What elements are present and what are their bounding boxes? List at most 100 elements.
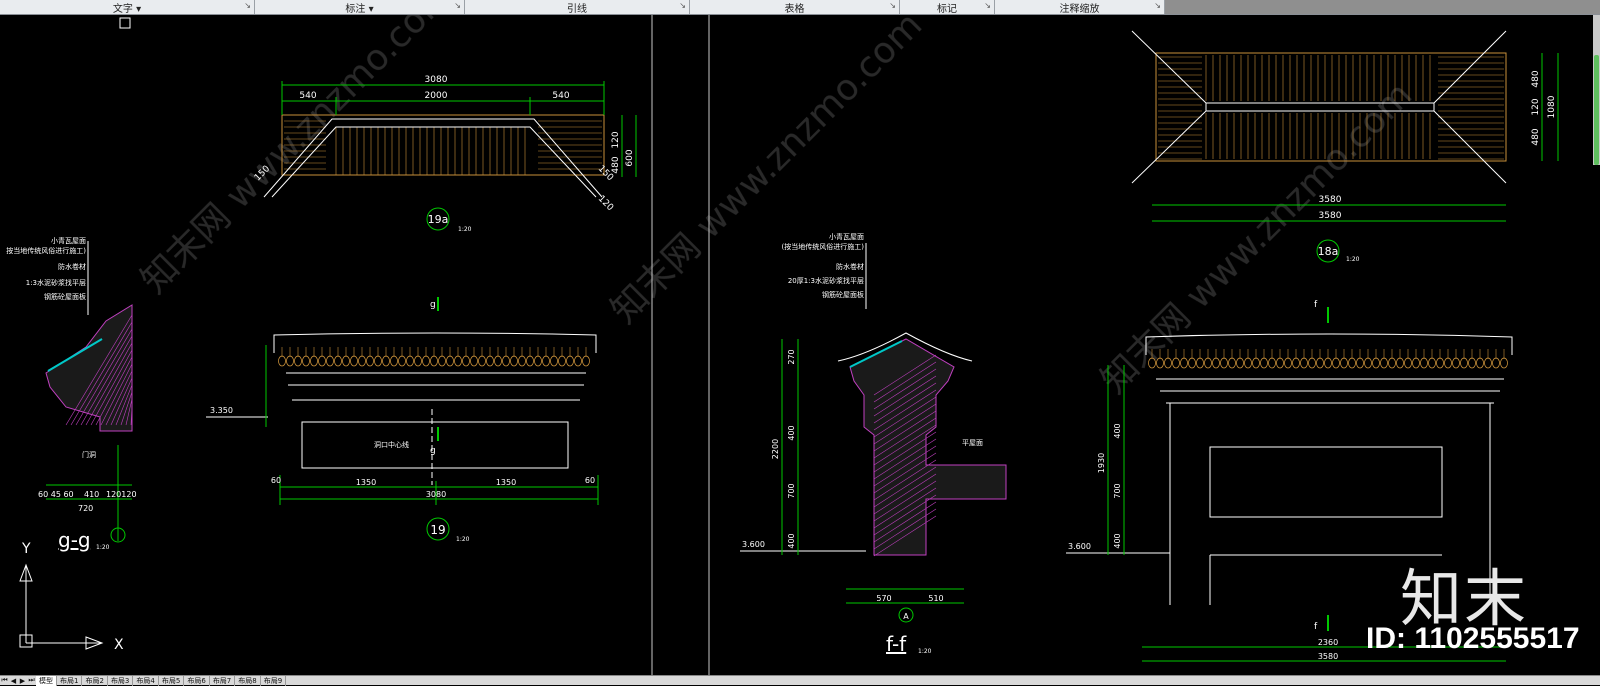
section-f-f: 小青瓦屋面 (按当地传统风俗进行施工) 防水卷材 20厚1:3水泥砂浆找平层 钢… (740, 232, 1007, 656)
svg-text:120: 120 (596, 194, 615, 213)
layout-tab[interactable]: 布局9 (261, 675, 287, 686)
svg-text:3580: 3580 (1319, 211, 1342, 221)
svg-text:小青瓦屋面: 小青瓦屋面 (829, 232, 864, 241)
ribbon-panel-label: 表格 (784, 3, 805, 15)
ribbon-panel-5[interactable]: 注释缩放 ↘ (995, 0, 1165, 15)
panel-launcher-icon[interactable]: ↘ (679, 1, 686, 10)
layout-tab[interactable]: 布局3 (108, 675, 134, 686)
svg-text:60 45 60: 60 45 60 (38, 490, 74, 499)
svg-text:1:20: 1:20 (918, 648, 932, 655)
svg-text:(按当地传统风俗进行施工): (按当地传统风俗进行施工) (782, 242, 865, 251)
svg-text:19a: 19a (428, 213, 449, 226)
svg-text:防水卷材: 防水卷材 (836, 262, 864, 271)
svg-text:270: 270 (787, 349, 796, 364)
section-g-g: 小青瓦屋面 (按当地传统风俗进行施工) 防水卷材 1:3水泥砂浆找平层 钢筋砼屋… (4, 236, 137, 552)
next-tab-icon[interactable]: ▶ (18, 677, 27, 685)
svg-text:3080: 3080 (426, 490, 446, 499)
svg-text:A: A (903, 612, 909, 621)
svg-text:480: 480 (611, 156, 621, 173)
svg-text:600: 600 (625, 149, 635, 166)
svg-text:400: 400 (1113, 423, 1122, 438)
drawing-canvas[interactable]: 知末网 www.znzmo.com 知末网 www.znzmo.com 知末网 … (4, 0, 1600, 678)
ucs-icon: Y X (19, 541, 124, 653)
svg-text:f: f (1314, 622, 1318, 632)
svg-text:480: 480 (1531, 70, 1541, 87)
svg-text:540: 540 (299, 91, 316, 101)
layout-tab[interactable]: 布局5 (159, 675, 185, 686)
svg-text:120120: 120120 (106, 490, 137, 499)
svg-text:f-f: f-f (886, 632, 907, 656)
ribbon-panel-2[interactable]: 引线 ↘ (465, 0, 690, 15)
ribbon-panel-label: 标记 (937, 3, 957, 15)
svg-text:平屋面: 平屋面 (962, 439, 983, 447)
cad-drawing: 知末网 www.znzmo.com 知末网 www.znzmo.com 知末网 … (4, 0, 1559, 678)
layout-tab[interactable]: 布局1 (57, 675, 83, 686)
svg-text:19: 19 (430, 523, 445, 537)
layout-tab[interactable]: 布局8 (235, 675, 261, 686)
panel-launcher-icon[interactable]: ↘ (1154, 1, 1161, 10)
svg-text:3080: 3080 (425, 75, 448, 85)
ucs-marker (119, 17, 131, 29)
ribbon-empty (1165, 0, 1600, 14)
svg-text:1350: 1350 (496, 478, 516, 487)
svg-text:1:20: 1:20 (1346, 256, 1360, 263)
svg-text:1:20: 1:20 (456, 536, 470, 543)
vertical-scrollbar[interactable] (1593, 15, 1600, 165)
ribbon-panel-3[interactable]: 表格 ↘ (690, 0, 900, 15)
ribbon-panel-0[interactable]: 文字 ▾ ↘ (0, 0, 255, 15)
svg-text:2000: 2000 (425, 91, 448, 101)
tag-19a: 19a 1:20 (426, 207, 472, 233)
svg-text:f: f (1314, 300, 1318, 310)
svg-text:700: 700 (1113, 483, 1122, 498)
svg-text:1:20: 1:20 (458, 226, 472, 233)
svg-text:2360: 2360 (1318, 638, 1338, 647)
ribbon-panel-1[interactable]: 标注 ▾ ↘ (255, 0, 465, 15)
panel-launcher-icon[interactable]: ↘ (889, 1, 896, 10)
layout-tab[interactable]: 布局7 (210, 675, 236, 686)
svg-text:Y: Y (21, 541, 31, 557)
svg-text:60: 60 (585, 476, 595, 485)
ribbon-panel-label: 文字 ▾ (112, 3, 142, 15)
svg-text:120: 120 (1531, 98, 1541, 115)
watermark-id: ID: 1102555517 (1366, 622, 1580, 655)
svg-text:3.600: 3.600 (1068, 542, 1091, 551)
svg-text:3580: 3580 (1319, 195, 1342, 205)
svg-text:400: 400 (787, 425, 796, 440)
svg-text:20厚1:3水泥砂浆找平层: 20厚1:3水泥砂浆找平层 (788, 276, 864, 285)
scroll-thumb[interactable] (1594, 55, 1599, 165)
layout-tab[interactable]: 模型 (36, 675, 57, 686)
svg-text:g: g (430, 446, 436, 456)
panel-launcher-icon[interactable]: ↘ (244, 1, 251, 10)
svg-text:3.350: 3.350 (210, 406, 233, 415)
svg-text:700: 700 (787, 483, 796, 498)
svg-text:X: X (114, 637, 124, 653)
watermark-text: 知末网 www.znzmo.com (133, 15, 460, 301)
svg-text:防水卷材: 防水卷材 (58, 262, 86, 271)
svg-text:570: 570 (876, 594, 891, 603)
svg-text:g-g: g-g (58, 528, 91, 552)
panel-launcher-icon[interactable]: ↘ (984, 1, 991, 10)
svg-text:2200: 2200 (771, 439, 780, 459)
ribbon-panel-label: 引线 (567, 3, 587, 15)
svg-text:1080: 1080 (1547, 95, 1557, 118)
svg-text:60: 60 (271, 476, 281, 485)
svg-text:18a: 18a (1318, 245, 1339, 258)
svg-text:540: 540 (552, 91, 569, 101)
layout-tab[interactable]: 布局4 (133, 675, 159, 686)
panel-launcher-icon[interactable]: ↘ (454, 1, 461, 10)
svg-text:400: 400 (787, 533, 796, 548)
ribbon-panel-4[interactable]: 标记 ↘ (900, 0, 995, 15)
svg-text:钢筋砼屋面板: 钢筋砼屋面板 (822, 290, 864, 299)
elevation-19: g g 洞口中心线 3.350 1350 1350 3080 60 60 19 … (206, 297, 599, 543)
layout-tab[interactable]: 布局6 (184, 675, 210, 686)
svg-text:钢筋砼屋面板: 钢筋砼屋面板 (44, 292, 86, 301)
svg-text:g: g (430, 300, 436, 310)
ribbon-panel-label: 标注 ▾ (345, 3, 374, 15)
svg-text:120: 120 (611, 131, 621, 148)
layout-tab[interactable]: 布局2 (82, 675, 108, 686)
prev-tab-icon[interactable]: ◀ (9, 677, 18, 685)
svg-text:洞口中心线: 洞口中心线 (374, 440, 409, 449)
svg-text:1:3水泥砂浆找平层: 1:3水泥砂浆找平层 (26, 278, 86, 287)
svg-text:门洞: 门洞 (82, 450, 96, 459)
svg-text:1350: 1350 (356, 478, 376, 487)
